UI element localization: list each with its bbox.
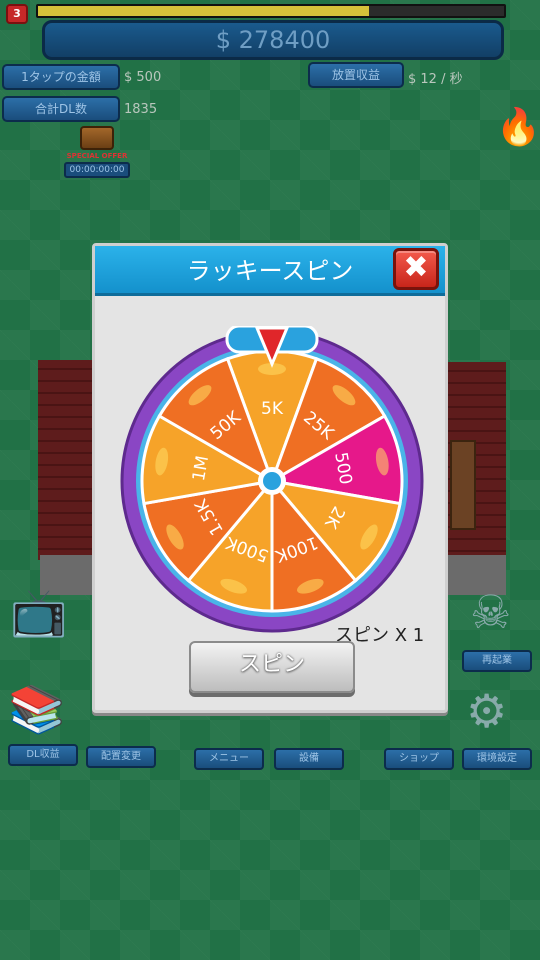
close-button[interactable]: ✖ bbox=[393, 248, 439, 290]
tap-amount-value: $ 500 bbox=[124, 70, 162, 85]
money-display: $ 278400 bbox=[42, 20, 504, 60]
special-offer-timer: 00:00:00:00 bbox=[64, 162, 130, 178]
books-icon: 📚 bbox=[8, 682, 66, 736]
close-icon: ✖ bbox=[403, 250, 429, 285]
building-wall-left bbox=[38, 360, 98, 560]
special-offer-label: SPECIAL OFFER bbox=[66, 152, 128, 160]
wheel-segment-label: 5K bbox=[261, 399, 284, 419]
xp-progress-fill bbox=[38, 6, 369, 16]
tap-amount-button[interactable]: 1タップの金額 bbox=[2, 64, 120, 90]
xp-progress-bar bbox=[36, 4, 506, 18]
dl-income-button[interactable]: DL収益 bbox=[8, 744, 78, 766]
skull-icon: ☠ bbox=[470, 585, 512, 639]
building-door bbox=[450, 440, 476, 530]
special-offer[interactable]: SPECIAL OFFER 00:00:00:00 bbox=[64, 126, 130, 178]
equipment-button[interactable]: 設備 bbox=[274, 748, 344, 770]
idle-income-button[interactable]: 放置収益 bbox=[308, 62, 404, 88]
layout-change-button[interactable]: 配置変更 bbox=[86, 746, 156, 768]
settings-button[interactable]: 環境設定 bbox=[462, 748, 532, 770]
total-dl-button[interactable]: 合計DL数 bbox=[2, 96, 120, 122]
wheel-graphic: 5K 25K5002K100K500K1.5K1M50K bbox=[120, 324, 424, 633]
idle-income-value: $ 12 / 秒 bbox=[408, 72, 463, 87]
gear-icon: ⚙ bbox=[466, 684, 508, 738]
lucky-spin-dialog: ラッキースピン ✖ 5K 25K 500 2K 100K 500K 1.5K 1M 50K スピ… bbox=[92, 243, 448, 713]
restart-button[interactable]: 再起業 bbox=[462, 650, 532, 672]
treasure-chest-icon bbox=[80, 126, 114, 150]
spin-wheel: 5K 25K 500 2K 100K 500K 1.5K 1M 50K bbox=[117, 324, 427, 636]
tv-icon: 📺 bbox=[10, 585, 68, 639]
menu-button[interactable]: メニュー bbox=[194, 748, 264, 770]
total-dl-value: 1835 bbox=[124, 102, 158, 117]
wheel-hub-center bbox=[263, 472, 281, 490]
level-badge: 3 bbox=[6, 4, 28, 24]
shop-button[interactable]: ショップ bbox=[384, 748, 454, 770]
spin-button[interactable]: スピン bbox=[189, 641, 355, 693]
flame-icon[interactable]: 🔥 bbox=[496, 106, 540, 148]
